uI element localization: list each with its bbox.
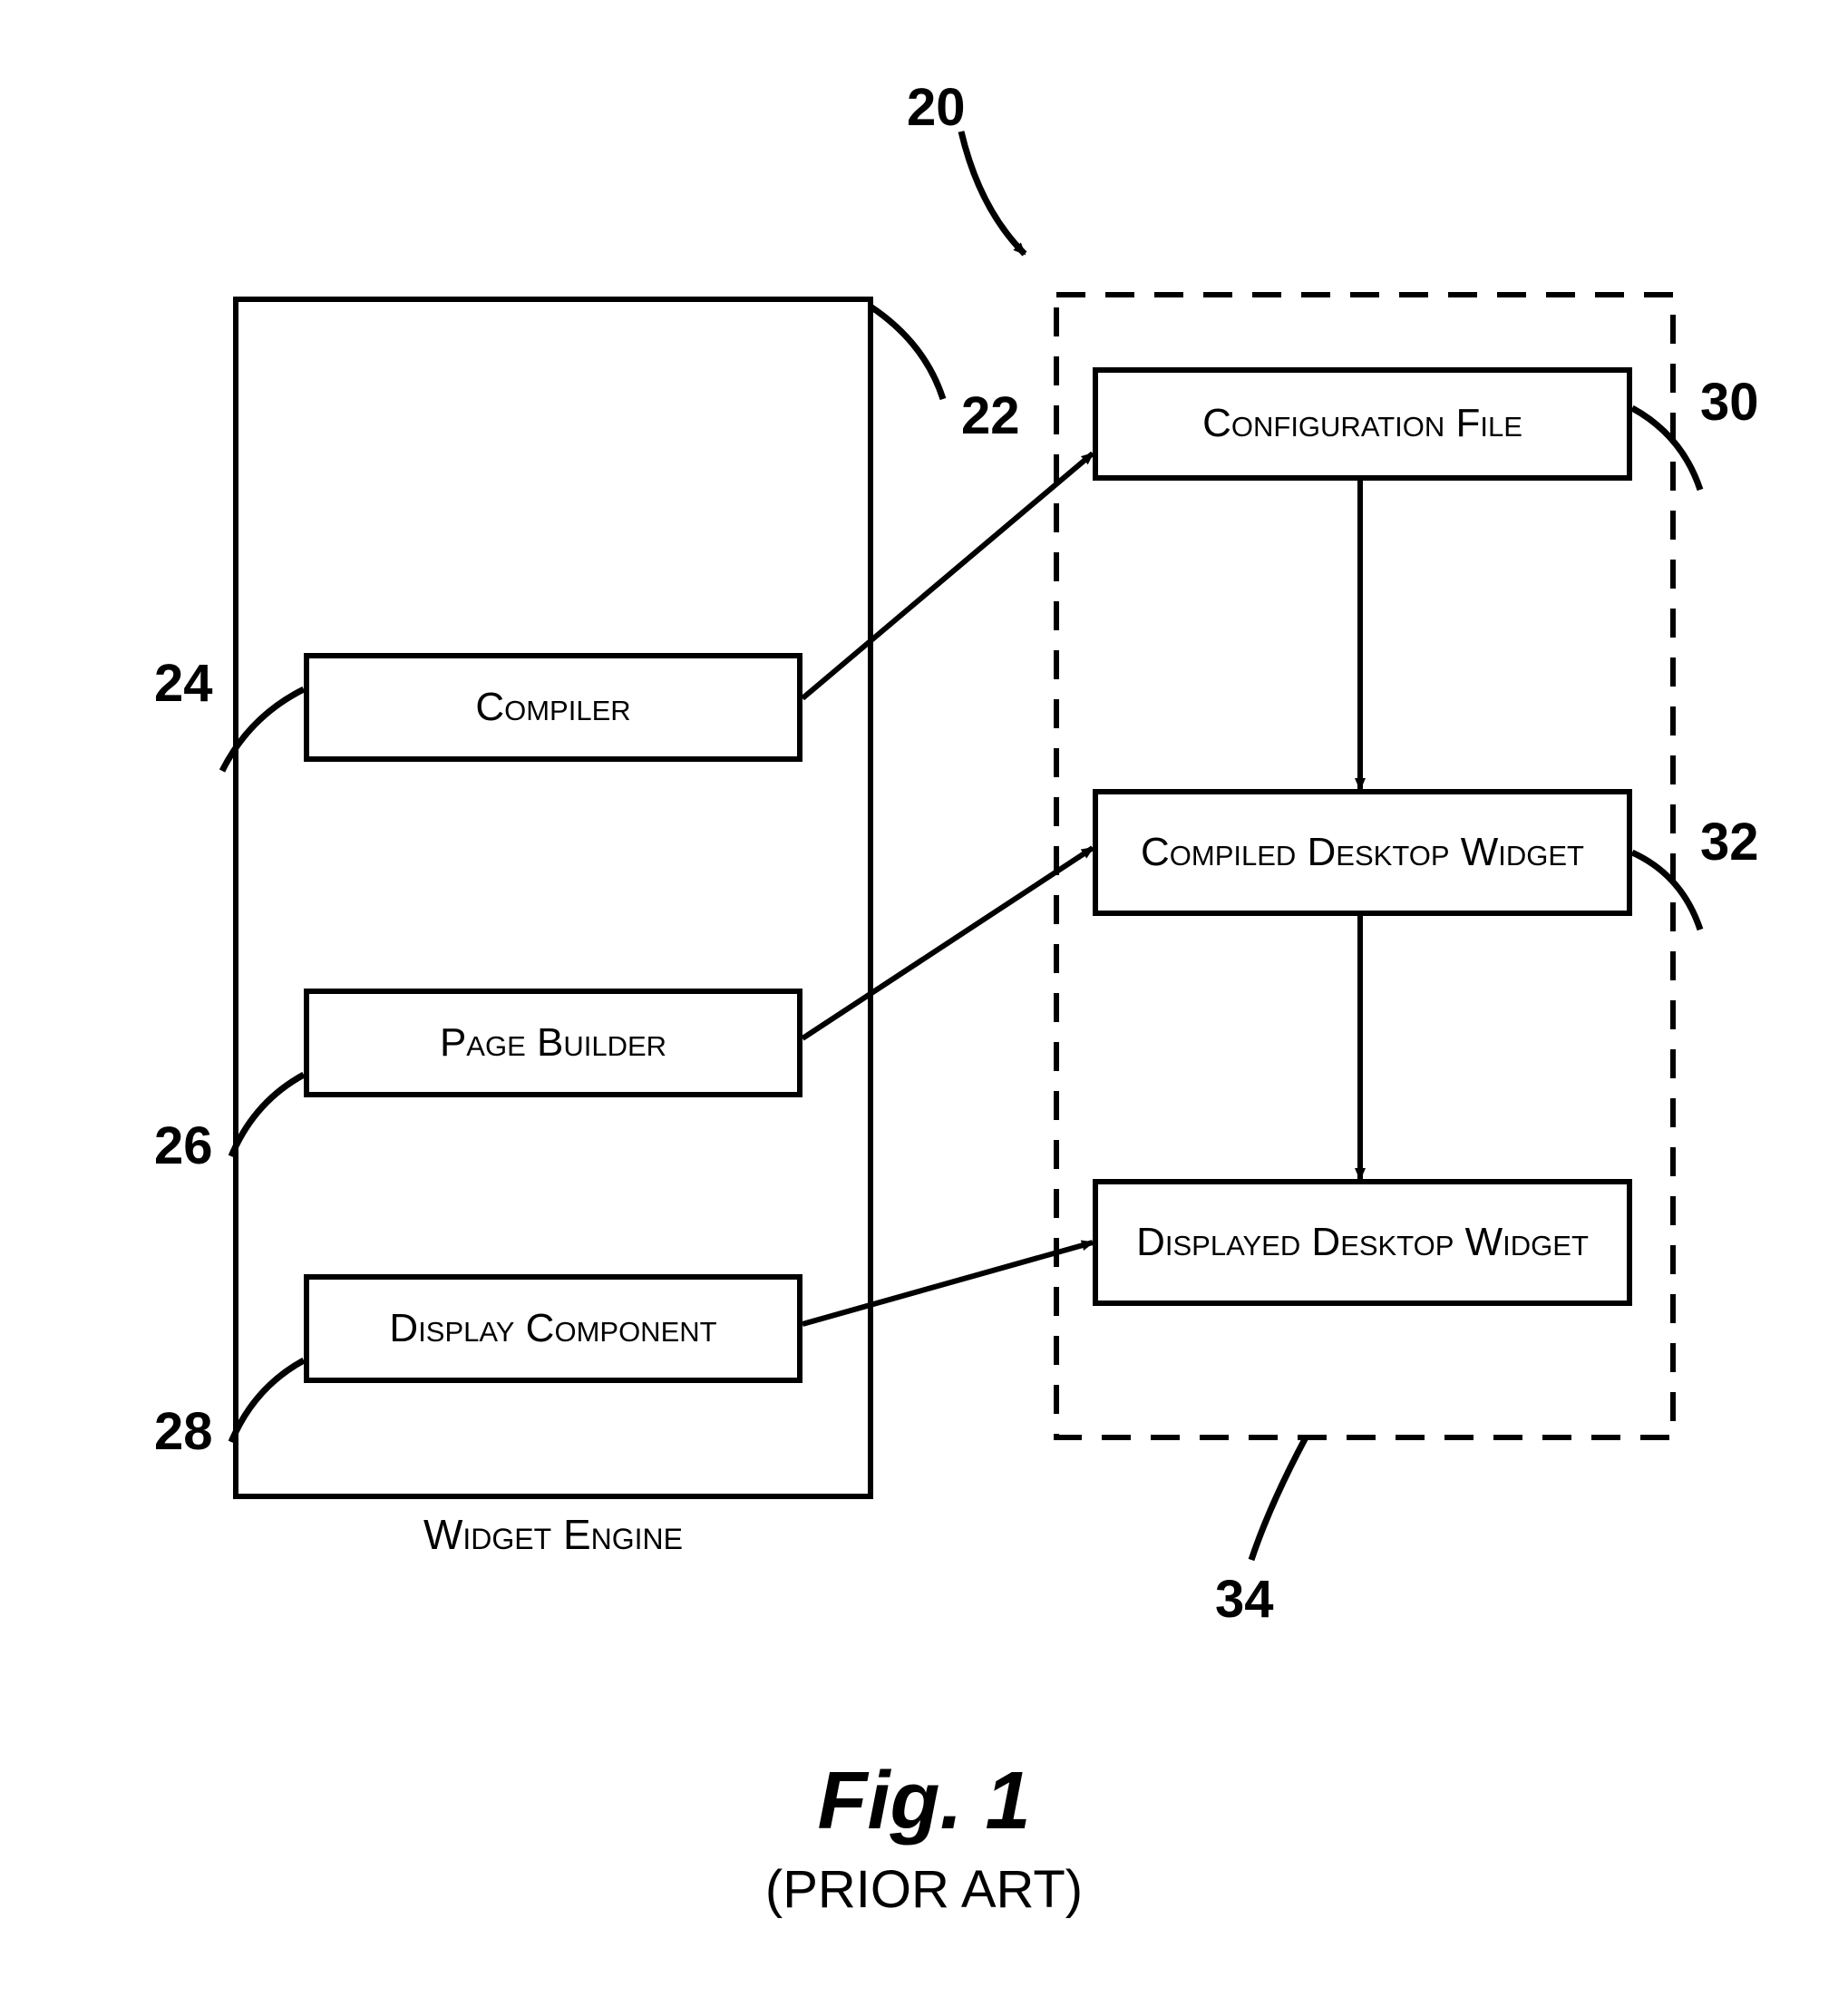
- page-builder-label: Page Builder: [440, 1020, 666, 1067]
- displayed-widget-label: Displayed Desktop Widget: [1136, 1220, 1589, 1266]
- ref-34: 34: [1215, 1569, 1274, 1630]
- figure-title: Fig. 1: [0, 1755, 1848, 1848]
- ref-24: 24: [154, 653, 213, 714]
- ref-32: 32: [1700, 812, 1759, 872]
- ref-26: 26: [154, 1115, 213, 1176]
- compiled-widget-label: Compiled Desktop Widget: [1141, 830, 1584, 876]
- page-builder-box: Page Builder: [304, 989, 802, 1097]
- ref-20: 20: [907, 77, 966, 138]
- compiler-box: Compiler: [304, 653, 802, 762]
- config-file-label: Configuration File: [1202, 401, 1522, 447]
- ref-22: 22: [961, 385, 1020, 446]
- diagram-stage: Compiler Page Builder Display Component …: [0, 0, 1848, 1997]
- widget-engine-label: Widget Engine: [390, 1510, 716, 1559]
- compiled-widget-box: Compiled Desktop Widget: [1093, 789, 1632, 916]
- display-component-label: Display Component: [389, 1306, 716, 1352]
- displayed-widget-box: Displayed Desktop Widget: [1093, 1179, 1632, 1306]
- config-file-box: Configuration File: [1093, 367, 1632, 481]
- ref-30: 30: [1700, 372, 1759, 433]
- display-component-box: Display Component: [304, 1274, 802, 1383]
- compiler-label: Compiler: [475, 685, 630, 731]
- connectors-svg: [0, 0, 1848, 1997]
- figure-subtitle: (PRIOR ART): [0, 1859, 1848, 1920]
- ref-28: 28: [154, 1401, 213, 1462]
